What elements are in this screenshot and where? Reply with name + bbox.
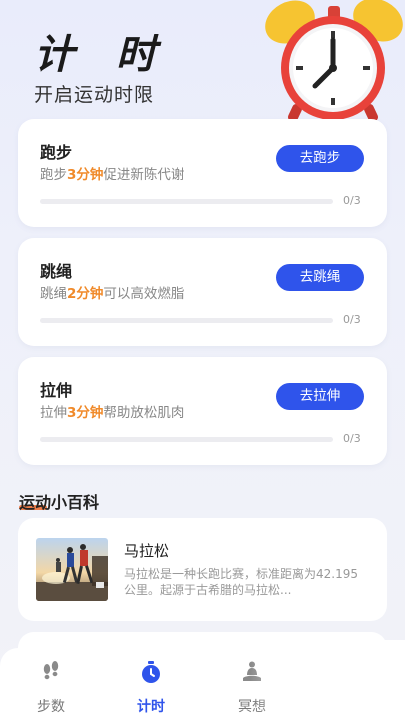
article-title: 马拉松	[124, 542, 170, 560]
section-title: 运动小百科	[19, 493, 100, 512]
progress-count: 0/3	[343, 432, 361, 445]
progress-count: 0/3	[343, 194, 361, 207]
progress-count: 0/3	[343, 313, 361, 326]
card-title: 拉伸	[40, 381, 73, 400]
progress-bar	[40, 318, 333, 323]
tab-label: 步数	[37, 699, 65, 715]
tab-steps[interactable]: 步数	[1, 648, 101, 720]
progress-bar	[40, 437, 333, 442]
card-description: 拉伸3分钟帮助放松肌肉	[40, 405, 185, 421]
go-stretching-button[interactable]: 去拉伸	[276, 383, 364, 410]
bottom-tab-bar: 步数 计时 冥想	[0, 648, 405, 720]
runners-photo	[36, 538, 108, 601]
exercise-card-running: 跑步 跑步3分钟促进新陈代谢 去跑步 0/3	[18, 119, 387, 227]
card-description: 跳绳2分钟可以高效燃脂	[40, 286, 185, 302]
header: 计 时 开启运动时限	[0, 0, 405, 122]
stopwatch-icon	[139, 660, 163, 684]
card-description: 跑步3分钟促进新陈代谢	[40, 167, 185, 183]
article-excerpt: 马拉松是一种长跑比赛，标准距离为42.195公里。起源于古希腊的马拉松...	[124, 567, 358, 597]
page-subtitle: 开启运动时限	[34, 84, 155, 106]
tab-label: 计时	[137, 699, 165, 715]
page-title: 计 时	[34, 32, 170, 78]
tab-meditation[interactable]: 冥想	[202, 648, 302, 720]
duration-highlight: 2分钟	[67, 286, 104, 302]
article-card-marathon[interactable]: 马拉松 马拉松是一种长跑比赛，标准距离为42.195公里。起源于古希腊的马拉松.…	[18, 518, 387, 621]
footprints-icon	[39, 660, 63, 684]
tab-timer[interactable]: 计时	[101, 648, 201, 720]
exercise-card-stretching: 拉伸 拉伸3分钟帮助放松肌肉 去拉伸 0/3	[18, 357, 387, 465]
tab-label: 冥想	[238, 699, 266, 715]
card-title: 跳绳	[40, 262, 73, 281]
card-title: 跑步	[40, 143, 73, 162]
exercise-card-jump-rope: 跳绳 跳绳2分钟可以高效燃脂 去跳绳 0/3	[18, 238, 387, 346]
progress-bar	[40, 199, 333, 204]
meditation-icon	[240, 660, 264, 684]
go-jump-rope-button[interactable]: 去跳绳	[276, 264, 364, 291]
alarm-clock-icon	[260, 0, 405, 128]
duration-highlight: 3分钟	[67, 405, 104, 421]
go-running-button[interactable]: 去跑步	[276, 145, 364, 172]
duration-highlight: 3分钟	[67, 167, 104, 183]
